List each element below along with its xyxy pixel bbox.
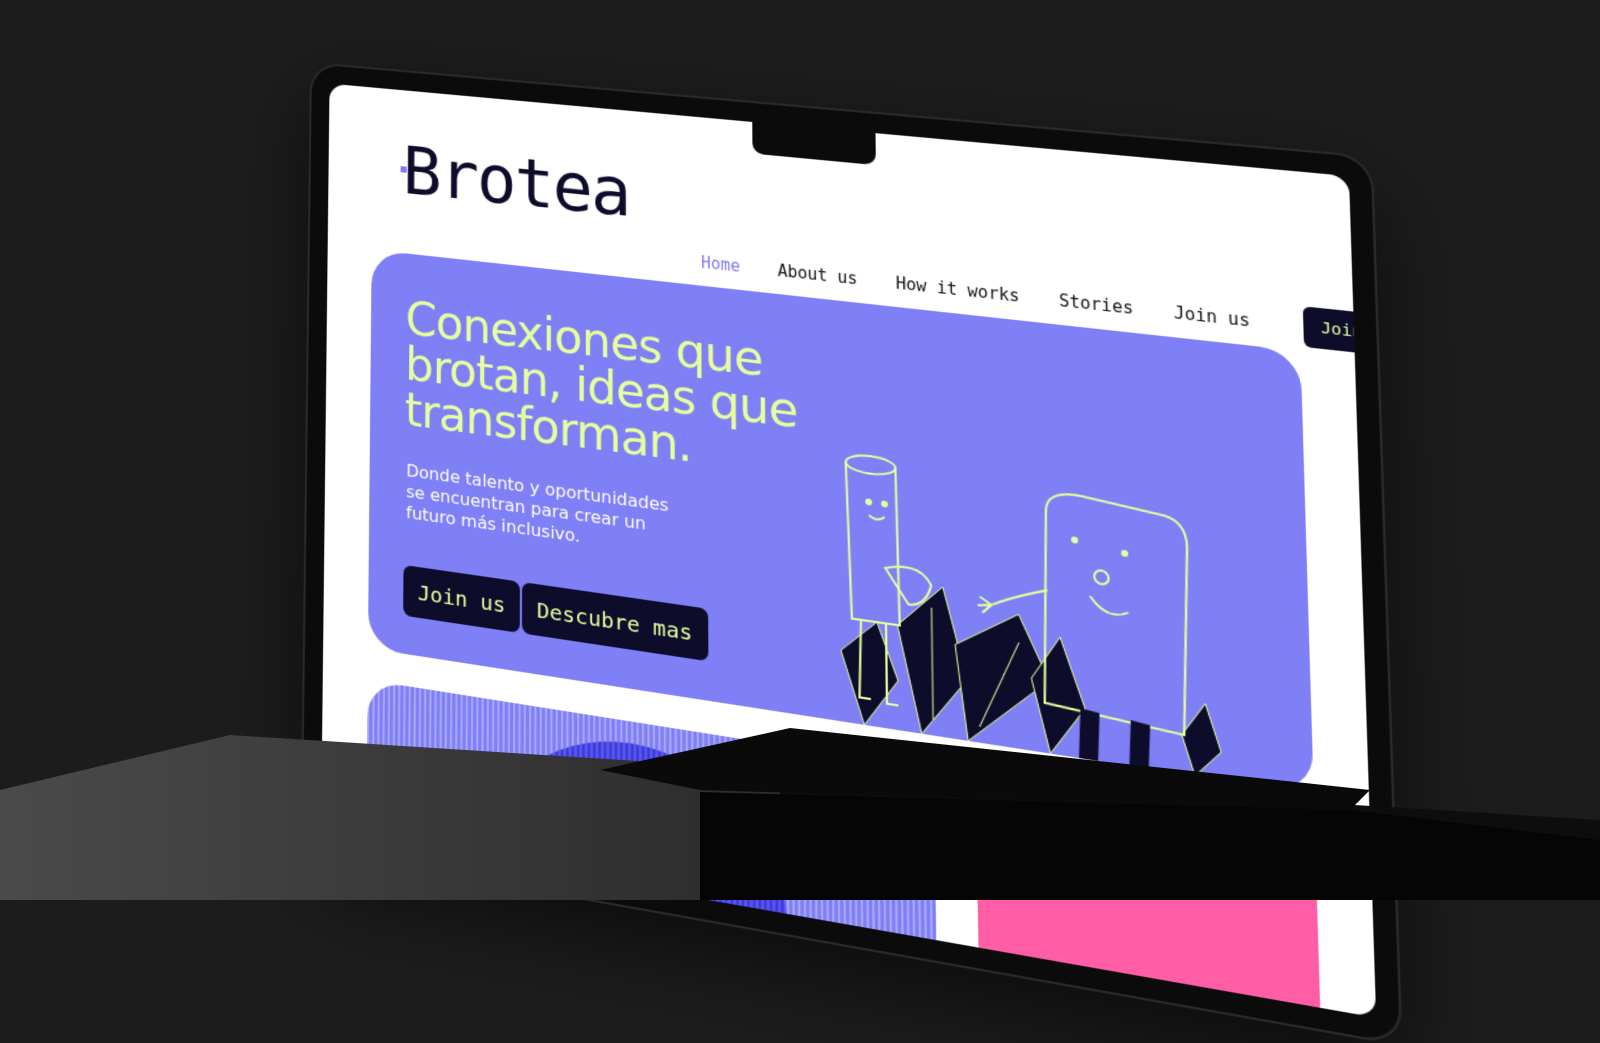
hero-title: Conexiones que brotan, ideas que transfo… xyxy=(404,292,798,474)
laptop-mockup: Brotea Home About us How it works Storie… xyxy=(302,64,1400,1043)
decorative-blob xyxy=(480,719,789,975)
leaf-illustration-icon xyxy=(840,573,1222,780)
hero-join-us-button[interactable]: Join us xyxy=(403,564,521,634)
nav-item-stories[interactable]: Stories xyxy=(1059,291,1134,319)
nav-item-how-it-works[interactable]: How it works xyxy=(896,273,1020,306)
hero-subtitle: Donde talento y oportunidades se encuent… xyxy=(405,460,669,547)
hero-descubre-mas-button[interactable]: Descubre mas xyxy=(521,582,708,662)
brand-logo[interactable]: Brotea xyxy=(402,134,629,233)
scene: Brotea Home About us How it works Storie… xyxy=(0,0,1600,1043)
character-illustration-icon xyxy=(816,439,1313,795)
nav-item-about-us[interactable]: About us xyxy=(777,261,857,289)
nav-item-join-us[interactable]: Join us xyxy=(1174,303,1251,331)
nav-item-home[interactable]: Home xyxy=(701,253,740,276)
